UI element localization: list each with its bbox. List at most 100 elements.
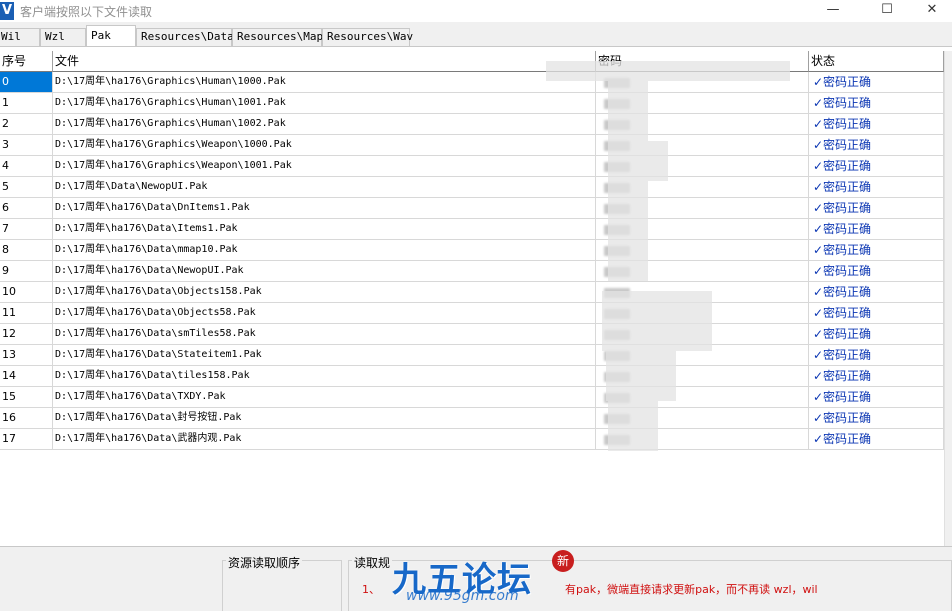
file-grid[interactable]: 序号 文件 密码 状态 0 D:\17周年\ha176\Graphics\Huma… <box>0 46 952 547</box>
row-password[interactable] <box>596 93 809 114</box>
row-index[interactable]: 4 <box>0 156 53 177</box>
row-status: ✓密码正确 <box>809 114 944 135</box>
row-password[interactable] <box>596 282 809 303</box>
table-row[interactable]: 16 D:\17周年\ha176\Data\封号按钮.Pak ✓密码正确 <box>0 408 944 429</box>
row-password[interactable] <box>596 240 809 261</box>
table-row[interactable]: 0 D:\17周年\ha176\Graphics\Human\1000.Pak ✓密… <box>0 72 944 93</box>
password-blur <box>604 435 630 445</box>
row-index[interactable]: 16 <box>0 408 53 429</box>
row-file-path[interactable]: D:\17周年\ha176\Data\smTiles58.Pak <box>53 324 596 345</box>
table-row[interactable]: 6 D:\17周年\ha176\Data\DnItems1.Pak ✓密码正确 <box>0 198 944 219</box>
row-index[interactable]: 0 <box>0 72 53 93</box>
maximize-button[interactable]: ☐ <box>864 0 910 22</box>
row-index[interactable]: 3 <box>0 135 53 156</box>
row-index[interactable]: 6 <box>0 198 53 219</box>
row-password[interactable] <box>596 156 809 177</box>
row-password[interactable] <box>596 261 809 282</box>
password-blur <box>604 309 630 319</box>
row-status: ✓密码正确 <box>809 324 944 345</box>
table-row[interactable]: 9 D:\17周年\ha176\Data\NewopUI.Pak ✓密码正确 <box>0 261 944 282</box>
table-row[interactable]: 3 D:\17周年\ha176\Graphics\Weapon\1000.Pak ✓… <box>0 135 944 156</box>
table-row[interactable]: 7 D:\17周年\ha176\Data\Items1.Pak ✓密码正确 <box>0 219 944 240</box>
row-status: ✓密码正确 <box>809 93 944 114</box>
row-index[interactable]: 10 <box>0 282 53 303</box>
row-status: ✓密码正确 <box>809 72 944 93</box>
row-file-path[interactable]: D:\17周年\ha176\Data\封号按钮.Pak <box>53 408 596 429</box>
table-row[interactable]: 10 D:\17周年\ha176\Data\Objects158.Pak ✓密码正确 <box>0 282 944 303</box>
tab-resources-wav[interactable]: Resources\Wav <box>322 28 413 46</box>
row-password[interactable] <box>596 387 809 408</box>
row-index[interactable]: 14 <box>0 366 53 387</box>
password-blur <box>604 162 630 172</box>
column-header-index[interactable]: 序号 <box>0 51 53 72</box>
row-password[interactable] <box>596 177 809 198</box>
row-file-path[interactable]: D:\17周年\Data\NewopUI.Pak <box>53 177 596 198</box>
row-index[interactable]: 5 <box>0 177 53 198</box>
row-password[interactable] <box>596 345 809 366</box>
row-file-path[interactable]: D:\17周年\ha176\Graphics\Human\1001.Pak <box>53 93 596 114</box>
row-file-path[interactable]: D:\17周年\ha176\Graphics\Weapon\1000.Pak <box>53 135 596 156</box>
tab-resources-map[interactable]: Resources\Map <box>232 28 323 46</box>
row-password[interactable] <box>596 219 809 240</box>
table-row[interactable]: 5 D:\17周年\Data\NewopUI.Pak ✓密码正确 <box>0 177 944 198</box>
column-header-status[interactable]: 状态 <box>809 51 944 72</box>
table-row[interactable]: 8 D:\17周年\ha176\Data\mmap10.Pak ✓密码正确 <box>0 240 944 261</box>
column-header-file[interactable]: 文件 <box>53 51 596 72</box>
table-row[interactable]: 11 D:\17周年\ha176\Data\Objects58.Pak ✓密码正确 <box>0 303 944 324</box>
row-password[interactable] <box>596 429 809 450</box>
title-bar[interactable]: V 客户端按照以下文件读取 — ☐ ✕ <box>0 0 952 22</box>
row-password[interactable] <box>596 114 809 135</box>
row-index[interactable]: 12 <box>0 324 53 345</box>
row-index[interactable]: 2 <box>0 114 53 135</box>
row-index[interactable]: 1 <box>0 93 53 114</box>
row-file-path[interactable]: D:\17周年\ha176\Data\Objects58.Pak <box>53 303 596 324</box>
close-button[interactable]: ✕ <box>912 0 952 22</box>
row-file-path[interactable]: D:\17周年\ha176\Data\Objects158.Pak <box>53 282 596 303</box>
row-status: ✓密码正确 <box>809 219 944 240</box>
table-row[interactable]: 13 D:\17周年\ha176\Data\Stateitem1.Pak ✓密码正确 <box>0 345 944 366</box>
row-password[interactable] <box>596 408 809 429</box>
table-row[interactable]: 14 D:\17周年\ha176\Data\tiles158.Pak ✓密码正确 <box>0 366 944 387</box>
row-password[interactable] <box>596 135 809 156</box>
tab-pak[interactable]: Pak <box>86 25 136 46</box>
row-status: ✓密码正确 <box>809 345 944 366</box>
row-status: ✓密码正确 <box>809 282 944 303</box>
row-file-path[interactable]: D:\17周年\ha176\Data\tiles158.Pak <box>53 366 596 387</box>
row-file-path[interactable]: D:\17周年\ha176\Data\Stateitem1.Pak <box>53 345 596 366</box>
tab-wil[interactable]: Wil <box>0 28 40 46</box>
row-file-path[interactable]: D:\17周年\ha176\Data\武器内观.Pak <box>53 429 596 450</box>
tab-resources-data[interactable]: Resources\Data <box>136 28 234 46</box>
rules-text-tail: 有pak，微端直接请求更新pak，而不再读 wzl，wil <box>565 583 818 596</box>
row-index[interactable]: 13 <box>0 345 53 366</box>
column-header-password[interactable]: 密码 <box>596 51 809 72</box>
row-index[interactable]: 17 <box>0 429 53 450</box>
row-status: ✓密码正确 <box>809 366 944 387</box>
row-index[interactable]: 9 <box>0 261 53 282</box>
minimize-button[interactable]: — <box>810 0 856 22</box>
table-row[interactable]: 12 D:\17周年\ha176\Data\smTiles58.Pak ✓密码正确 <box>0 324 944 345</box>
table-row[interactable]: 4 D:\17周年\ha176\Graphics\Weapon\1001.Pak ✓… <box>0 156 944 177</box>
table-row[interactable]: 2 D:\17周年\ha176\Graphics\Human\1002.Pak ✓密… <box>0 114 944 135</box>
row-index[interactable]: 15 <box>0 387 53 408</box>
row-password[interactable] <box>596 303 809 324</box>
row-password[interactable] <box>596 366 809 387</box>
tab-wzl[interactable]: Wzl <box>40 28 86 46</box>
row-file-path[interactable]: D:\17周年\ha176\Data\DnItems1.Pak <box>53 198 596 219</box>
row-index[interactable]: 7 <box>0 219 53 240</box>
vertical-scrollbar[interactable] <box>944 51 952 546</box>
row-password[interactable] <box>596 324 809 345</box>
row-file-path[interactable]: D:\17周年\ha176\Graphics\Weapon\1001.Pak <box>53 156 596 177</box>
row-file-path[interactable]: D:\17周年\ha176\Graphics\Human\1000.Pak <box>53 72 596 93</box>
row-file-path[interactable]: D:\17周年\ha176\Data\NewopUI.Pak <box>53 261 596 282</box>
row-file-path[interactable]: D:\17周年\ha176\Data\TXDY.Pak <box>53 387 596 408</box>
row-password[interactable] <box>596 198 809 219</box>
table-row[interactable]: 15 D:\17周年\ha176\Data\TXDY.Pak ✓密码正确 <box>0 387 944 408</box>
row-file-path[interactable]: D:\17周年\ha176\Data\mmap10.Pak <box>53 240 596 261</box>
table-row[interactable]: 17 D:\17周年\ha176\Data\武器内观.Pak ✓密码正确 <box>0 429 944 450</box>
row-index[interactable]: 11 <box>0 303 53 324</box>
row-file-path[interactable]: D:\17周年\ha176\Graphics\Human\1002.Pak <box>53 114 596 135</box>
table-row[interactable]: 1 D:\17周年\ha176\Graphics\Human\1001.Pak ✓密… <box>0 93 944 114</box>
row-password[interactable] <box>596 72 809 93</box>
row-file-path[interactable]: D:\17周年\ha176\Data\Items1.Pak <box>53 219 596 240</box>
row-index[interactable]: 8 <box>0 240 53 261</box>
